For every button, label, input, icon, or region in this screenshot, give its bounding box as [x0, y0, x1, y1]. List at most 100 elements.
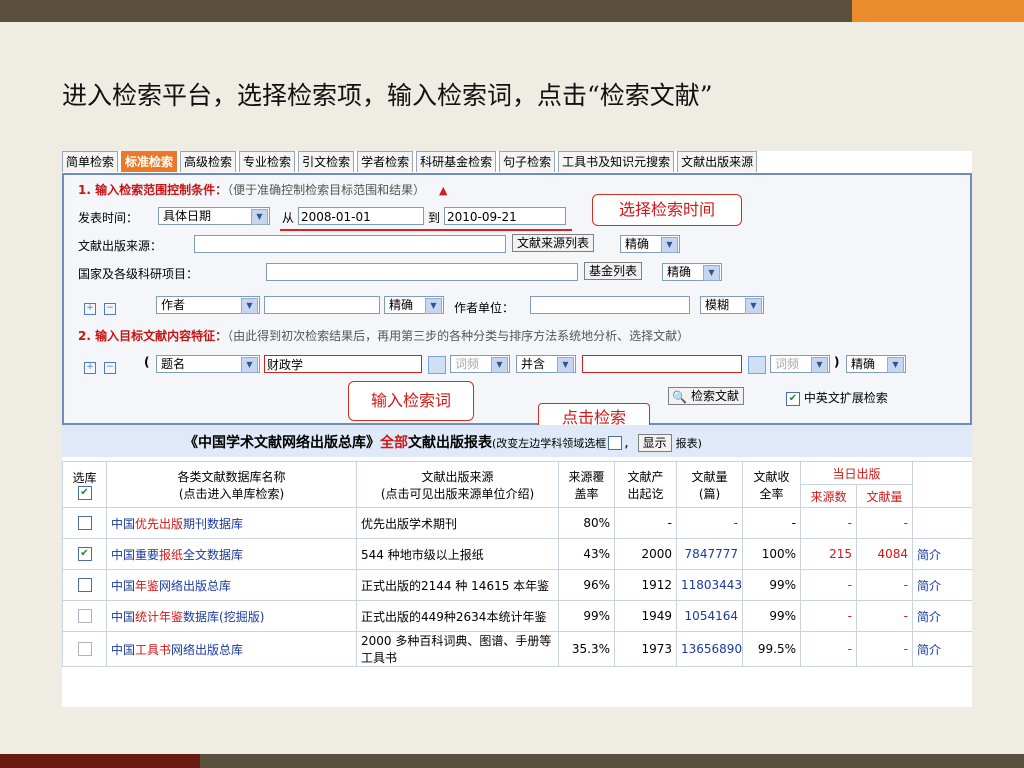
- table-row: 中国优先出版期刊数据库 优先出版学术期刊 80% - - - - -: [62, 507, 972, 539]
- coverage-cell: 99%: [558, 600, 615, 632]
- collapse-icon[interactable]: ▲: [439, 184, 447, 197]
- coverage-cell: 43%: [558, 538, 615, 570]
- author-input[interactable]: [264, 296, 380, 314]
- term-expand-icon[interactable]: [748, 356, 766, 374]
- count-cell: 13656890: [676, 631, 743, 667]
- today-source-cell: -: [800, 631, 857, 667]
- today-count-cell: 4084: [855, 538, 914, 570]
- author-org-label: 作者单位：: [454, 301, 515, 315]
- date-from-input[interactable]: 2008-01-01: [298, 207, 424, 225]
- database-name-link[interactable]: 中国统计年鉴数据库(挖掘版): [106, 600, 357, 632]
- today-count-cell: -: [855, 631, 914, 667]
- table-row: 中国统计年鉴数据库(挖掘版) 正式出版的449种2634本统计年鉴 99% 1949 1…: [62, 600, 972, 632]
- tab-source[interactable]: 文献出版来源: [677, 151, 758, 172]
- close-paren: ): [834, 355, 840, 369]
- tab-advanced[interactable]: 高级检索: [180, 151, 237, 172]
- source-cell[interactable]: 正式出版的449种2634本统计年鉴: [356, 600, 559, 632]
- source-cell[interactable]: 2000 多种百科词典、图谱、手册等工具书: [356, 631, 559, 667]
- tab-reference[interactable]: 工具书及知识元搜索: [558, 151, 675, 172]
- database-name-link[interactable]: 中国年鉴网络出版总库: [106, 569, 357, 601]
- source-match-select[interactable]: 精确 ▼: [620, 235, 680, 253]
- summary-checkbox[interactable]: [608, 436, 623, 450]
- screenshot-panel: 简单检索 标准检索 高级检索 专业检索 引文检索 学者检索 科研基金检索 句子检…: [62, 151, 972, 707]
- date-from-label: 从: [282, 211, 295, 225]
- since-cell: 1912: [614, 569, 677, 601]
- expand-checkbox[interactable]: ✔: [786, 391, 800, 406]
- table-header: 选库 ✔ 各类文献数据库名称 (点击进入单库检索) 文献出版来源 (点击可见出版来源单…: [62, 461, 972, 508]
- date-to-input[interactable]: 2010-09-21: [444, 207, 566, 225]
- author-field-select[interactable]: 作者 ▼: [156, 296, 260, 314]
- author-org-input[interactable]: [530, 296, 690, 314]
- query-match-select[interactable]: 精确 ▼: [846, 355, 906, 373]
- intro-link[interactable]: 简介: [912, 538, 972, 570]
- tab-scholar[interactable]: 学者检索: [357, 151, 414, 172]
- select-all-checkbox[interactable]: ✔: [77, 486, 92, 501]
- fund-label: 国家及各级科研项目：: [78, 267, 199, 281]
- today-source-cell: -: [800, 569, 857, 601]
- tab-citation[interactable]: 引文检索: [298, 151, 355, 172]
- intro-link[interactable]: 简介: [912, 631, 972, 667]
- row-checkbox[interactable]: [77, 609, 92, 624]
- chevron-down-icon: ▼: [241, 298, 258, 314]
- fulltext-cell: 99%: [742, 569, 801, 601]
- today-count-cell: -: [855, 507, 914, 539]
- term-expand-icon[interactable]: [428, 356, 446, 374]
- fund-match-select[interactable]: 精确 ▼: [662, 263, 722, 281]
- today-count-cell: -: [855, 569, 914, 601]
- fulltext-cell: 99%: [742, 600, 801, 632]
- database-name-link[interactable]: 中国工具书网络出版总库: [106, 631, 357, 667]
- tab-simple[interactable]: 简单检索: [62, 151, 119, 172]
- query-freq-select-2[interactable]: 词频 ▼: [770, 355, 830, 373]
- database-name-link[interactable]: 中国重要报纸全文数据库: [106, 538, 357, 570]
- since-cell: 1949: [614, 600, 677, 632]
- row-checkbox[interactable]: [77, 642, 92, 657]
- count-cell: 11803443: [676, 569, 743, 601]
- bottom-bar: [200, 754, 1024, 768]
- expand-option[interactable]: ✔ 中英文扩展检索: [786, 389, 888, 406]
- top-accent: [852, 0, 1024, 22]
- chevron-down-icon: ▼: [661, 237, 678, 253]
- remove-row-icon[interactable]: −: [104, 303, 116, 315]
- remove-row-icon[interactable]: −: [104, 362, 116, 374]
- query-freq-select[interactable]: 词频 ▼: [450, 355, 510, 373]
- intro-link[interactable]: 简介: [912, 569, 972, 601]
- date-mode-select[interactable]: 具体日期 ▼: [158, 207, 270, 225]
- date-underline: [280, 229, 572, 231]
- database-name-link[interactable]: 中国优先出版期刊数据库: [106, 507, 357, 539]
- source-cell[interactable]: 正式出版的2144 种 14615 本年鉴: [356, 569, 559, 601]
- table-row: 中国年鉴网络出版总库 正式出版的2144 种 14615 本年鉴 96% 1912 11…: [62, 569, 972, 601]
- fulltext-cell: 100%: [742, 538, 801, 570]
- count-cell: -: [676, 507, 743, 539]
- chevron-down-icon: ▼: [251, 209, 268, 225]
- author-match-select[interactable]: 精确 ▼: [384, 296, 444, 314]
- query-input[interactable]: 财政学: [264, 355, 422, 373]
- source-cell[interactable]: 优先出版学术期刊: [356, 507, 559, 539]
- add-row-icon[interactable]: +: [84, 362, 96, 374]
- row-checkbox[interactable]: [77, 578, 92, 593]
- fulltext-cell: 99.5%: [742, 631, 801, 667]
- fund-input[interactable]: [266, 263, 578, 281]
- query-field-select[interactable]: 题名 ▼: [156, 355, 260, 373]
- source-input[interactable]: [194, 235, 506, 253]
- tab-sentence[interactable]: 句子检索: [499, 151, 556, 172]
- source-list-button[interactable]: 文献来源列表: [512, 234, 595, 252]
- row-checkbox[interactable]: [77, 516, 92, 531]
- intro-link[interactable]: 简介: [912, 600, 972, 632]
- intro-link[interactable]: [912, 507, 972, 539]
- chevron-down-icon: ▼: [241, 357, 258, 373]
- tab-fund[interactable]: 科研基金检索: [416, 151, 497, 172]
- tab-standard[interactable]: 标准检索: [121, 151, 178, 172]
- row-checkbox[interactable]: ✔: [77, 547, 92, 562]
- author-org-match-select[interactable]: 模糊 ▼: [700, 296, 764, 314]
- add-row-icon[interactable]: +: [84, 303, 96, 315]
- table-body: 中国优先出版期刊数据库 优先出版学术期刊 80% - - - - - ✔ 中国重要报纸全文数据库 5…: [62, 507, 972, 667]
- search-button[interactable]: 🔍 检索文献: [668, 387, 745, 405]
- source-label: 文献出版来源：: [78, 239, 163, 253]
- source-cell[interactable]: 544 种地市级以上报纸: [356, 538, 559, 570]
- fund-list-button[interactable]: 基金列表: [584, 262, 643, 280]
- tab-professional[interactable]: 专业检索: [239, 151, 296, 172]
- query-input-2[interactable]: [582, 355, 742, 373]
- query-logic-select[interactable]: 并含 ▼: [516, 355, 576, 373]
- show-report-button[interactable]: 显示: [637, 434, 672, 452]
- since-cell: 1973: [614, 631, 677, 667]
